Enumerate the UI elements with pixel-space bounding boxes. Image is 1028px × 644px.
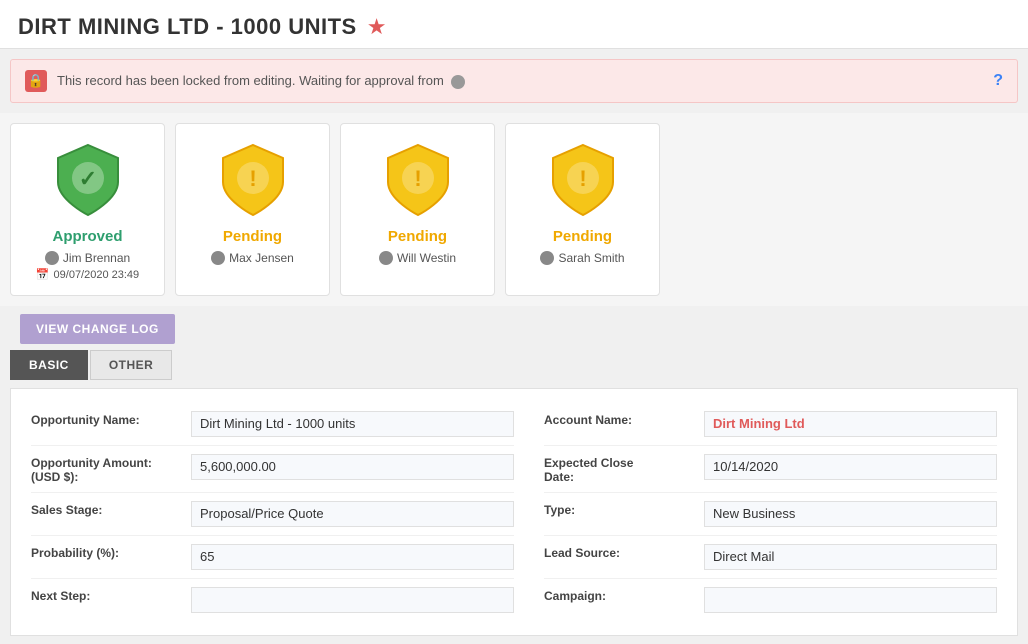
view-change-log-button[interactable]: VIEW CHANGE LOG [20,314,175,344]
form-value: New Business [704,501,997,527]
form-value [704,587,997,613]
form-label: Opportunity Amount: (USD $): [31,454,191,484]
star-icon[interactable]: ★ [367,14,387,40]
approval-status: Pending [388,228,447,245]
form-value: 10/14/2020 [704,454,997,480]
form-right-column: Account Name: Dirt Mining Ltd Expected C… [514,403,997,621]
form-row: Probability (%): 65 [31,536,514,579]
form-value: 65 [191,544,514,570]
form-value [191,587,514,613]
shield-icon: ! [383,140,453,220]
form-row: Campaign: [544,579,997,621]
form-label: Campaign: [544,587,704,603]
form-value: Proposal/Price Quote [191,501,514,527]
tab-other[interactable]: OTHER [90,350,173,380]
form-row: Opportunity Name: Dirt Mining Ltd - 1000… [31,403,514,446]
approval-card: ✓ Approved Jim Brennan 📅 09/07/2020 23:4… [10,123,165,296]
shield-icon: ✓ [53,140,123,220]
page-title: DIRT MINING LTD - 1000 UNITS [18,14,357,40]
approval-person: Sarah Smith [540,251,624,265]
person-icon-inline [451,75,465,89]
approval-status: Pending [553,228,612,245]
form-label: Sales Stage: [31,501,191,517]
form-section: Opportunity Name: Dirt Mining Ltd - 1000… [10,388,1018,636]
help-icon[interactable]: ? [993,72,1003,90]
form-label: Expected Close Date: [544,454,704,484]
approval-status: Pending [223,228,282,245]
calendar-icon: 📅 [36,268,50,281]
form-row: Next Step: [31,579,514,621]
form-value: 5,600,000.00 [191,454,514,480]
form-label: Probability (%): [31,544,191,560]
approval-cards: ✓ Approved Jim Brennan 📅 09/07/2020 23:4… [0,113,1028,306]
svg-text:!: ! [579,166,586,191]
form-left-column: Opportunity Name: Dirt Mining Ltd - 1000… [31,403,514,621]
form-label: Account Name: [544,411,704,427]
person-icon [211,251,225,265]
lock-icon: 🔒 [25,70,47,92]
shield-icon: ! [548,140,618,220]
svg-text:!: ! [249,166,256,191]
page-header: DIRT MINING LTD - 1000 UNITS ★ [0,0,1028,49]
approval-card: ! Pending Sarah Smith [505,123,660,296]
person-icon [379,251,393,265]
form-label: Type: [544,501,704,517]
change-log-section: VIEW CHANGE LOG [0,306,1028,350]
form-row: Lead Source: Direct Mail [544,536,997,579]
shield-icon: ! [218,140,288,220]
form-value: Dirt Mining Ltd [704,411,997,437]
approval-card: ! Pending Will Westin [340,123,495,296]
svg-text:!: ! [414,166,421,191]
tabs-bar: BASICOTHER [10,350,1018,380]
svg-text:✓: ✓ [78,166,96,191]
person-icon [540,251,554,265]
form-row: Type: New Business [544,493,997,536]
form-label: Next Step: [31,587,191,603]
approval-person: Will Westin [379,251,456,265]
approval-person: Jim Brennan [45,251,130,265]
form-row: Sales Stage: Proposal/Price Quote [31,493,514,536]
approval-status: Approved [52,228,122,245]
approval-card: ! Pending Max Jensen [175,123,330,296]
lock-banner: 🔒 This record has been locked from editi… [10,59,1018,103]
approval-date: 📅 09/07/2020 23:49 [36,268,139,281]
form-value: Direct Mail [704,544,997,570]
lock-text: This record has been locked from editing… [57,73,465,89]
person-icon [45,251,59,265]
form-label: Lead Source: [544,544,704,560]
form-row: Opportunity Amount: (USD $): 5,600,000.0… [31,446,514,493]
form-label: Opportunity Name: [31,411,191,427]
approval-person: Max Jensen [211,251,294,265]
form-row: Account Name: Dirt Mining Ltd [544,403,997,446]
tab-basic[interactable]: BASIC [10,350,88,380]
form-row: Expected Close Date: 10/14/2020 [544,446,997,493]
form-value: Dirt Mining Ltd - 1000 units [191,411,514,437]
